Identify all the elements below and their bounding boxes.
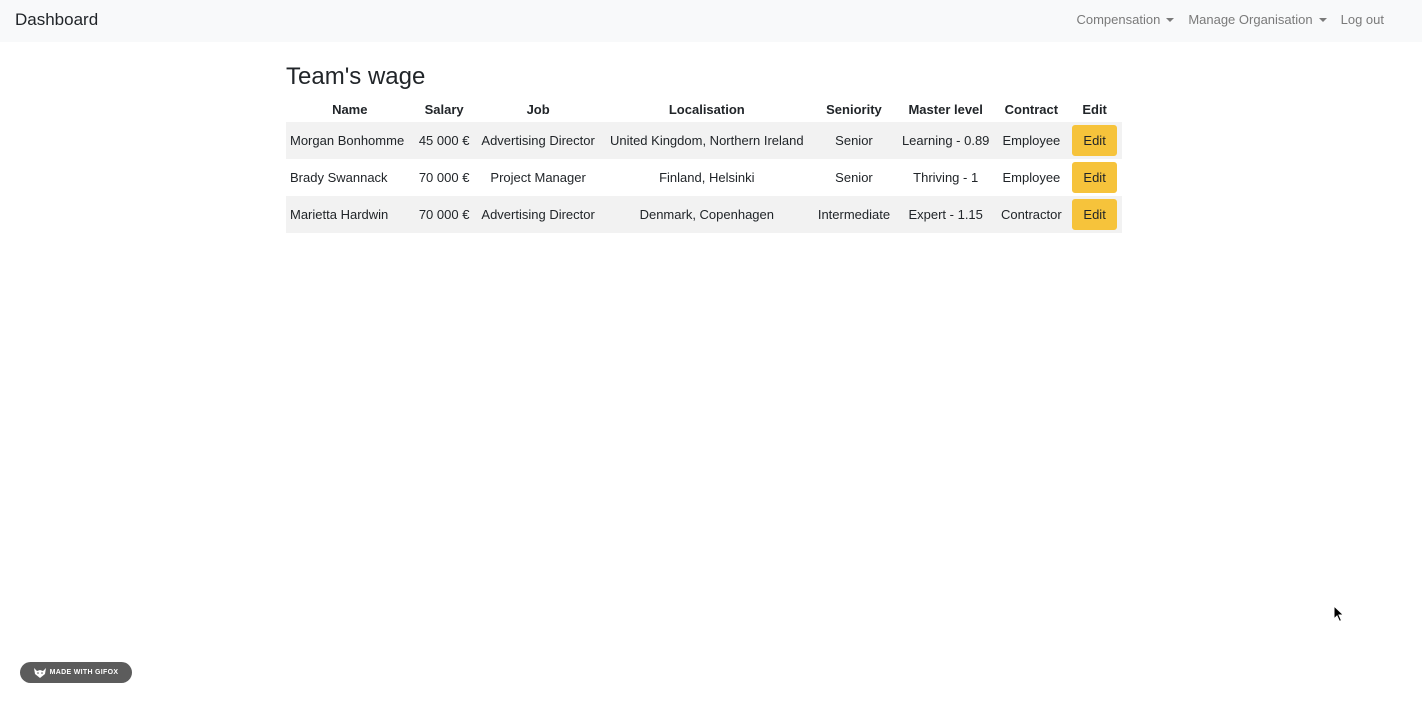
cell-name: Brady Swannack: [290, 170, 388, 185]
cell-localisation: United Kingdom, Northern Ireland: [609, 133, 804, 148]
cell-job: Advertising Director: [481, 207, 595, 222]
cell-name: Morgan Bonhomme: [290, 133, 405, 148]
cell-salary: 45 000 €: [418, 133, 470, 148]
cell-job: Project Manager: [490, 170, 586, 185]
table-row: Marietta Hardwin 70 000 € Advertising Di…: [286, 196, 1122, 233]
column-header-localisation: Localisation: [668, 102, 745, 117]
cell-name: Marietta Hardwin: [290, 207, 389, 222]
cell-master-level: Thriving - 1: [913, 170, 979, 185]
cell-seniority: Senior: [835, 170, 873, 185]
logout-link[interactable]: Log out: [1341, 12, 1384, 28]
cell-salary: 70 000 €: [418, 207, 470, 222]
column-header-seniority: Seniority: [826, 102, 882, 117]
cell-localisation: Finland, Helsinki: [659, 170, 755, 185]
edit-button[interactable]: Edit: [1072, 162, 1117, 193]
cell-seniority: Intermediate: [817, 207, 891, 222]
fox-icon: [33, 667, 46, 678]
chevron-down-icon: [1166, 18, 1175, 22]
gifox-badge-label: MADE WITH GIFOX: [49, 669, 119, 676]
compensation-dropdown[interactable]: Compensation: [1076, 12, 1175, 28]
mouse-pointer-icon: [1333, 605, 1345, 623]
table-row: Morgan Bonhomme 45 000 € Advertising Dir…: [286, 122, 1122, 159]
cell-edit: Edit: [1067, 159, 1122, 196]
cell-job: Advertising Director: [481, 133, 595, 148]
column-header-edit: Edit: [1082, 102, 1107, 117]
column-header-contract: Contract: [1004, 102, 1059, 117]
column-header-job: Job: [526, 102, 550, 117]
column-header-name: Name: [332, 102, 368, 117]
top-navbar: Dashboard Compensation Manage Organisati…: [0, 0, 1422, 42]
cell-contract: Employee: [1002, 133, 1061, 148]
chevron-down-icon: [1318, 18, 1327, 22]
team-wage-table: Name Salary Job Localisation Seniority M…: [286, 97, 1122, 233]
page-title: Team's wage: [286, 63, 426, 90]
manage-organisation-label: Manage Organisation: [1188, 12, 1313, 27]
cell-edit: Edit: [1067, 196, 1122, 233]
edit-button[interactable]: Edit: [1072, 199, 1117, 230]
cell-master-level: Expert - 1.15: [908, 207, 983, 222]
cell-contract: Contractor: [1001, 207, 1062, 222]
cell-edit: Edit: [1067, 122, 1122, 159]
navbar-menu: Compensation Manage Organisation Log out: [1076, 12, 1384, 28]
compensation-label: Compensation: [1076, 12, 1161, 27]
cell-salary: 70 000 €: [418, 170, 470, 185]
made-with-gifox-badge[interactable]: MADE WITH GIFOX: [20, 662, 132, 683]
dashboard-brand-link[interactable]: Dashboard: [15, 10, 98, 30]
table-row: Brady Swannack 70 000 € Project Manager …: [286, 159, 1122, 196]
manage-organisation-dropdown[interactable]: Manage Organisation: [1188, 12, 1327, 28]
table-header-row: Name Salary Job Localisation Seniority M…: [286, 97, 1122, 122]
edit-button[interactable]: Edit: [1072, 125, 1117, 156]
cell-localisation: Denmark, Copenhagen: [639, 207, 774, 222]
cell-seniority: Senior: [835, 133, 873, 148]
cell-contract: Employee: [1002, 170, 1061, 185]
cell-master-level: Learning - 0.89: [901, 133, 990, 148]
column-header-master-level: Master level: [908, 102, 983, 117]
column-header-salary: Salary: [424, 102, 464, 117]
